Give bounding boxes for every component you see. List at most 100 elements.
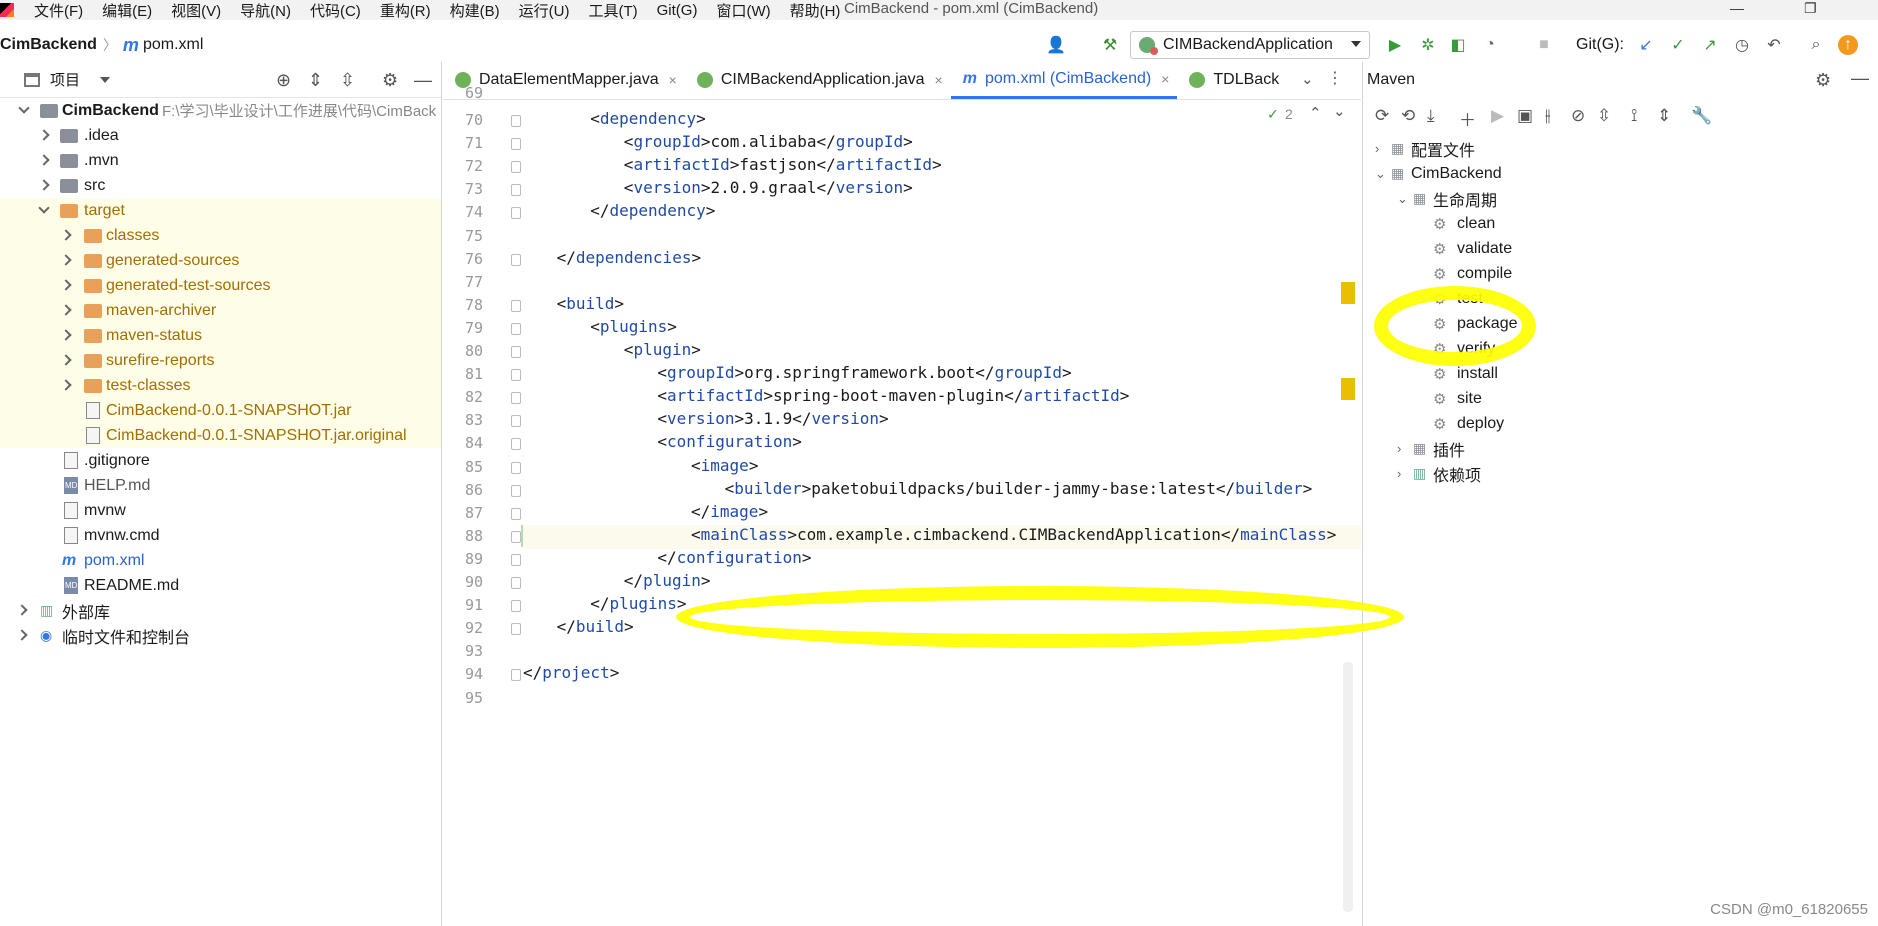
- fold-marker-icon[interactable]: [511, 299, 521, 312]
- menu-code[interactable]: 代码(C): [310, 0, 361, 21]
- close-icon[interactable]: ×: [935, 72, 943, 88]
- code-line[interactable]: <groupId>org.springframework.boot</group…: [657, 363, 1071, 387]
- search-icon[interactable]: ⌕: [1806, 35, 1826, 55]
- chevron-right-icon[interactable]: [38, 179, 50, 191]
- chevron-down-icon[interactable]: ⌄: [1375, 166, 1386, 182]
- tree-item-classes[interactable]: classes: [0, 223, 441, 248]
- chevron-right-icon[interactable]: ›: [1397, 441, 1401, 456]
- hide-icon[interactable]: —: [414, 70, 432, 91]
- chevron-right-icon[interactable]: [38, 129, 50, 141]
- code-line[interactable]: </build>: [557, 617, 634, 641]
- menu-run[interactable]: 运行(U): [519, 0, 570, 21]
- menu-window[interactable]: 窗口(W): [716, 0, 770, 21]
- hide-icon[interactable]: —: [1851, 68, 1869, 89]
- git-push-icon[interactable]: ↗: [1700, 35, 1720, 55]
- chevron-right-icon[interactable]: ›: [1375, 141, 1379, 156]
- collapse-all-icon[interactable]: ⇳: [340, 70, 355, 91]
- chevron-right-icon[interactable]: [60, 254, 72, 266]
- code-line[interactable]: <builder>paketobuildpacks/builder-jammy-…: [725, 479, 1313, 503]
- code-line[interactable]: <artifactId>spring-boot-maven-plugin</ar…: [657, 386, 1129, 410]
- run-icon[interactable]: ▶: [1491, 106, 1504, 126]
- fold-marker-icon[interactable]: [511, 322, 521, 335]
- fold-marker-icon[interactable]: [511, 669, 521, 682]
- tree-item-help-md[interactable]: MD HELP.md: [0, 473, 441, 498]
- tree-item-jar-original[interactable]: CimBackend-0.0.1-SNAPSHOT.jar.original: [0, 423, 441, 448]
- menu-edit[interactable]: 编辑(E): [102, 0, 152, 21]
- fold-marker-icon[interactable]: [511, 138, 521, 151]
- fold-marker-icon[interactable]: [511, 484, 521, 497]
- fold-marker-icon[interactable]: [511, 530, 521, 543]
- menu-help[interactable]: 帮助(H): [790, 0, 841, 21]
- tree-item-test-classes[interactable]: test-classes: [0, 373, 441, 398]
- code-line[interactable]: </dependency>: [590, 201, 715, 225]
- code-area[interactable]: <dependency> <groupId>com.alibaba</groupI…: [523, 100, 1361, 926]
- code-line[interactable]: <plugins>: [590, 317, 677, 341]
- next-highlight-icon[interactable]: ⌄: [1333, 102, 1346, 120]
- updates-icon[interactable]: ↑: [1838, 35, 1858, 55]
- wrench-icon[interactable]: 🔧: [1691, 106, 1712, 126]
- fold-marker-icon[interactable]: [511, 346, 521, 358]
- tree-item-surefire-reports[interactable]: surefire-reports: [0, 348, 441, 373]
- fold-marker-icon[interactable]: [511, 392, 521, 405]
- chevron-right-icon[interactable]: [60, 329, 72, 341]
- previous-highlight-icon[interactable]: ⌃: [1309, 104, 1322, 122]
- chevron-right-icon[interactable]: ›: [1397, 466, 1401, 481]
- fold-marker-icon[interactable]: [511, 207, 521, 220]
- menu-view[interactable]: 视图(V): [171, 0, 221, 21]
- code-line[interactable]: </dependencies>: [557, 248, 702, 272]
- code-line[interactable]: <version>2.0.9.graal</version>: [624, 178, 913, 202]
- fold-marker-icon[interactable]: [511, 623, 521, 636]
- add-icon[interactable]: ＋: [1459, 106, 1476, 131]
- user-icon[interactable]: 👤: [1046, 35, 1066, 55]
- code-line[interactable]: </plugin>: [624, 571, 711, 595]
- tree-item-mvnw-cmd[interactable]: mvnw.cmd: [0, 523, 441, 548]
- chevron-right-icon[interactable]: [60, 304, 72, 316]
- git-update-icon[interactable]: ↙: [1636, 35, 1656, 55]
- tree-item-root[interactable]: CimBackend F:\学习\毕业设计\工作进展\代码\CimBack: [0, 98, 441, 123]
- run-icon[interactable]: ▶: [1385, 35, 1405, 55]
- chevron-right-icon[interactable]: [16, 604, 28, 616]
- fold-marker-icon[interactable]: [511, 577, 521, 589]
- fold-marker-icon[interactable]: [511, 161, 521, 174]
- code-line[interactable]: <image>: [691, 456, 758, 480]
- chevron-right-icon[interactable]: [60, 279, 72, 291]
- menu-refactor[interactable]: 重构(R): [380, 0, 431, 21]
- skip-tests-icon[interactable]: ⊘: [1571, 106, 1585, 126]
- minimize-button[interactable]: —: [1730, 0, 1744, 16]
- editor-scrollbar[interactable]: [1343, 662, 1353, 912]
- tab-tdl-backend[interactable]: TDLBack: [1177, 61, 1287, 99]
- code-line[interactable]: <artifactId>fastjson</artifactId>: [624, 155, 942, 179]
- fold-marker-icon[interactable]: [511, 115, 521, 127]
- expand-all-icon[interactable]: ⇕: [308, 70, 323, 91]
- menu-tools[interactable]: 工具(T): [588, 0, 637, 21]
- reimport-folders-icon[interactable]: ⟲: [1401, 106, 1415, 126]
- toggle-offline-icon[interactable]: ⫲: [1545, 106, 1551, 126]
- tree-item-idea[interactable]: .idea: [0, 123, 441, 148]
- debug-icon[interactable]: ✲: [1418, 35, 1438, 55]
- chevron-right-icon[interactable]: [16, 629, 28, 641]
- locate-file-icon[interactable]: ⊕: [276, 70, 291, 91]
- fold-marker-icon[interactable]: [511, 253, 521, 266]
- tree-item-scratches[interactable]: ◉ 临时文件和控制台: [0, 623, 441, 648]
- code-line[interactable]: <configuration>: [657, 432, 802, 456]
- tab-pom-xml[interactable]: m pom.xml (CimBackend) ×: [950, 61, 1178, 99]
- chevron-right-icon[interactable]: [60, 229, 72, 241]
- coverage-icon[interactable]: ◧: [1448, 35, 1468, 55]
- rollback-icon[interactable]: ↶: [1764, 35, 1784, 55]
- code-line[interactable]: </configuration>: [657, 548, 811, 572]
- fold-marker-icon[interactable]: [511, 438, 521, 451]
- tree-item-readme-md[interactable]: MD README.md: [0, 573, 441, 598]
- run-config-selector[interactable]: CIMBackendApplication: [1130, 31, 1370, 59]
- code-line[interactable]: <plugin>: [624, 340, 701, 364]
- code-line[interactable]: <version>3.1.9</version>: [657, 409, 888, 433]
- tree-item-maven-archiver[interactable]: maven-archiver: [0, 298, 441, 323]
- chevron-down-icon[interactable]: ⌄: [1397, 191, 1408, 207]
- show-dependencies-icon[interactable]: ⟟: [1631, 106, 1637, 126]
- code-line[interactable]: <build>: [557, 294, 624, 318]
- breadcrumb-project[interactable]: CimBackend: [0, 36, 97, 54]
- chevron-down-icon[interactable]: [100, 76, 111, 83]
- code-line[interactable]: </plugins>: [590, 594, 686, 618]
- menu-file[interactable]: 文件(F): [34, 0, 83, 21]
- code-line[interactable]: </image>: [691, 502, 768, 526]
- download-icon[interactable]: ⤓: [1427, 106, 1435, 126]
